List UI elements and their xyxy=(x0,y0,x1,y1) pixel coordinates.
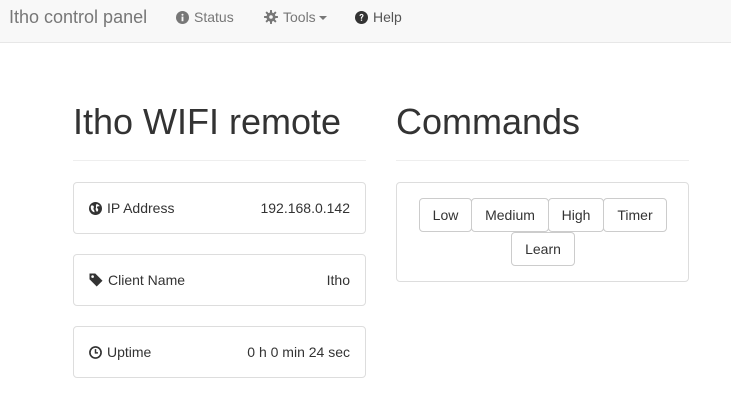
nav-status-label: Status xyxy=(194,9,234,25)
nav-help-label: Help xyxy=(373,9,402,25)
info-circle-icon xyxy=(176,10,189,24)
client-name-label: Client Name xyxy=(108,272,186,288)
medium-button[interactable]: Medium xyxy=(471,198,549,232)
navbar: Itho control panel Status Tools Help xyxy=(0,0,731,43)
commands-title: Commands xyxy=(396,101,581,142)
ip-address-label: IP Address xyxy=(107,200,175,216)
uptime-value: 0 h 0 min 24 sec xyxy=(247,344,350,360)
client-name-value: Itho xyxy=(326,272,350,288)
nav-help[interactable]: Help xyxy=(355,9,402,25)
low-button[interactable]: Low xyxy=(419,198,472,232)
divider xyxy=(396,160,689,161)
uptime-panel: Uptime 0 h 0 min 24 sec xyxy=(73,326,366,378)
page-title: Itho WIFI remote xyxy=(73,101,342,142)
divider xyxy=(73,160,366,161)
high-button[interactable]: High xyxy=(548,198,604,232)
brand-link[interactable]: Itho control panel xyxy=(9,7,147,27)
nav-tools-label: Tools xyxy=(283,9,316,25)
chevron-down-icon xyxy=(318,15,327,20)
ip-address-value: 192.168.0.142 xyxy=(260,200,350,216)
nav-status[interactable]: Status xyxy=(176,9,234,25)
commands-panel: Low Medium High Timer Learn xyxy=(396,182,689,282)
ip-address-panel: IP Address 192.168.0.142 xyxy=(73,182,366,234)
timer-button[interactable]: Timer xyxy=(603,198,667,232)
clock-icon xyxy=(89,345,102,359)
uptime-label: Uptime xyxy=(107,344,152,360)
learn-button[interactable]: Learn xyxy=(511,232,575,266)
nav-tools-dropdown[interactable]: Tools xyxy=(264,9,327,25)
globe-icon xyxy=(89,201,102,215)
question-circle-icon xyxy=(355,10,368,24)
tag-icon xyxy=(89,273,103,287)
client-name-panel: Client Name Itho xyxy=(73,254,366,306)
gear-icon xyxy=(264,10,278,24)
